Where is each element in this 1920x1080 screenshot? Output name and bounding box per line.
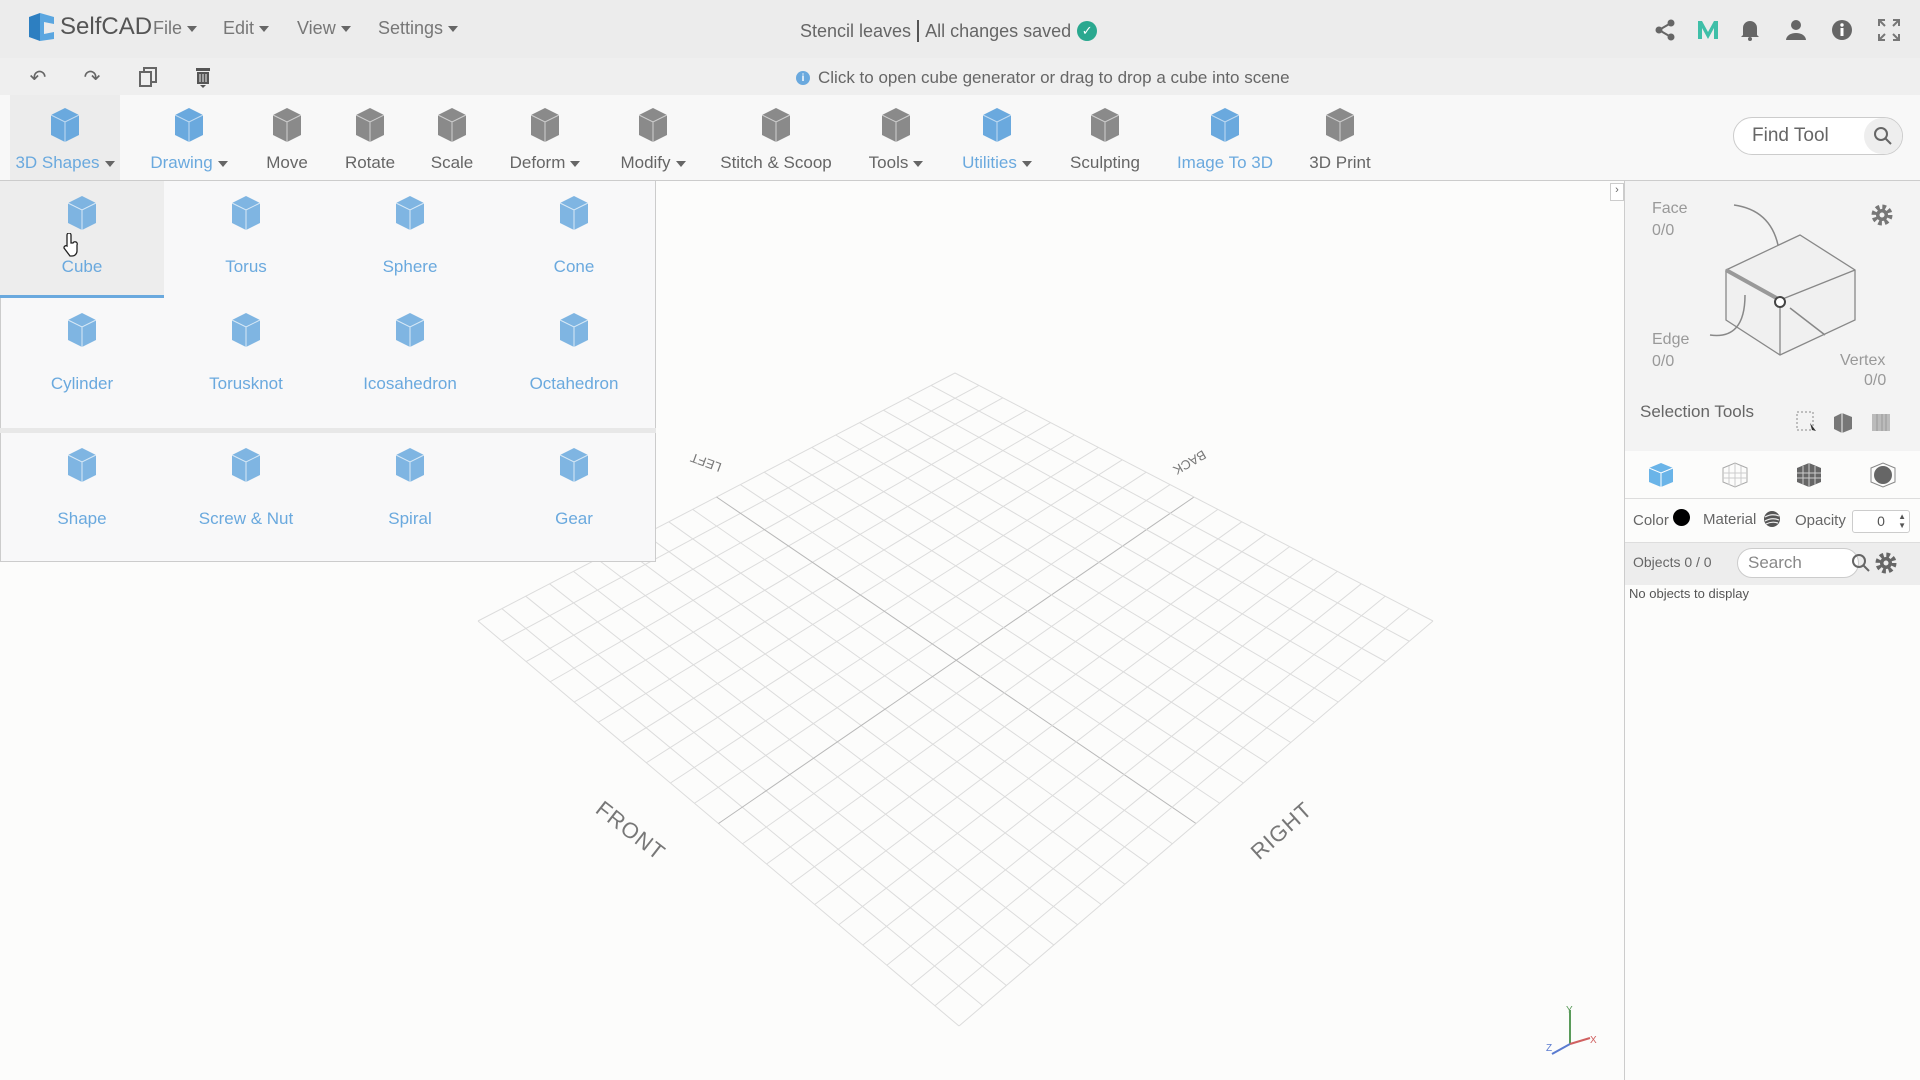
shape-cone[interactable]: Cone	[492, 181, 656, 298]
grid-line	[954, 372, 1434, 622]
select-through-icon[interactable]	[1870, 411, 1892, 433]
opacity-label: Opacity	[1795, 512, 1846, 529]
screw-nut-icon	[231, 448, 261, 482]
grid-line	[958, 620, 1434, 1027]
shape-label: Octahedron	[529, 374, 619, 393]
solid-view-icon[interactable]	[1646, 460, 1676, 490]
divider	[1625, 498, 1920, 499]
sphere-icon	[395, 196, 425, 230]
shape-shape[interactable]: Shape	[0, 433, 164, 561]
search-icon[interactable]	[1850, 552, 1872, 574]
search-placeholder: Search	[1748, 553, 1802, 572]
shape-label: Cone	[553, 257, 595, 276]
grid-line	[930, 384, 1410, 642]
shape-icon	[67, 448, 97, 482]
objects-search-input[interactable]: Search	[1737, 548, 1859, 578]
shape-label: Screw & Nut	[198, 509, 294, 528]
hand-cursor-icon	[63, 233, 78, 257]
empty-objects-message: No objects to display	[1629, 586, 1749, 601]
shape-label: Cube	[61, 257, 103, 276]
axis-z-label: Z	[1546, 1043, 1553, 1054]
shape-icosahedron[interactable]: Icosahedron	[328, 298, 492, 428]
shape-spiral[interactable]: Spiral	[328, 433, 492, 561]
shape-cylinder[interactable]: Cylinder	[0, 298, 164, 428]
shape-label: Cylinder	[50, 374, 114, 393]
shape-cube[interactable]: Cube	[0, 181, 164, 298]
shape-sphere[interactable]: Sphere	[328, 181, 492, 298]
objects-count: Objects 0 / 0	[1633, 554, 1712, 570]
solid-wireframe-view-icon[interactable]	[1794, 460, 1824, 490]
shape-label: Torus	[225, 257, 267, 276]
material-label: Material	[1703, 511, 1757, 528]
cube-icon	[67, 196, 97, 230]
vertex-count: 0/0	[1864, 372, 1887, 389]
shape-label: Spiral	[388, 509, 432, 528]
stepper-arrows-icon[interactable]: ▲ ▼	[1898, 512, 1906, 530]
wireframe-view-icon[interactable]	[1720, 460, 1750, 490]
color-label: Color	[1633, 512, 1669, 529]
box-select-icon[interactable]	[1796, 411, 1818, 433]
material-sphere-icon[interactable]	[1763, 510, 1781, 528]
cone-icon	[559, 196, 589, 230]
shape-label: Shape	[57, 509, 107, 528]
face-count: 0/0	[1652, 222, 1675, 239]
face-label[interactable]: Face	[1652, 200, 1688, 218]
cylinder-icon	[67, 313, 97, 347]
torus-icon	[231, 196, 261, 230]
torusknot-icon	[231, 313, 261, 347]
shape-label: Torusknot	[209, 374, 283, 393]
xray-view-icon[interactable]	[1868, 460, 1898, 490]
shape-gear[interactable]: Gear	[492, 433, 656, 561]
objects-settings-icon[interactable]	[1874, 551, 1898, 575]
icosahedron-icon	[395, 313, 425, 347]
gear-icon	[559, 448, 589, 482]
select-connected-icon[interactable]	[1832, 411, 1856, 433]
edge-count: 0/0	[1652, 353, 1675, 370]
edge-label[interactable]: Edge	[1652, 331, 1689, 349]
selection-tools-label: Selection Tools	[1640, 402, 1755, 421]
collapse-panel-button[interactable]: ›	[1610, 183, 1624, 201]
opacity-value: 0	[1877, 513, 1885, 529]
shape-octahedron[interactable]: Octahedron	[492, 298, 656, 428]
octahedron-icon	[559, 313, 589, 347]
shape-label: Gear	[555, 509, 593, 528]
axis-x-label: X	[1590, 1035, 1597, 1046]
axis-y-label: Y	[1566, 1005, 1573, 1016]
spiral-icon	[395, 448, 425, 482]
shape-torusknot[interactable]: Torusknot	[164, 298, 328, 428]
selection-cube-diagram[interactable]	[1700, 200, 1890, 360]
grid-line	[886, 583, 1362, 966]
opacity-stepper[interactable]: 0 ▲ ▼	[1852, 510, 1910, 533]
color-swatch[interactable]	[1673, 509, 1690, 526]
shape-screw-nut[interactable]: Screw & Nut	[164, 433, 328, 561]
shape-label: Sphere	[382, 257, 438, 276]
shape-torus[interactable]: Torus	[164, 181, 328, 298]
shape-label: Icosahedron	[363, 374, 457, 393]
